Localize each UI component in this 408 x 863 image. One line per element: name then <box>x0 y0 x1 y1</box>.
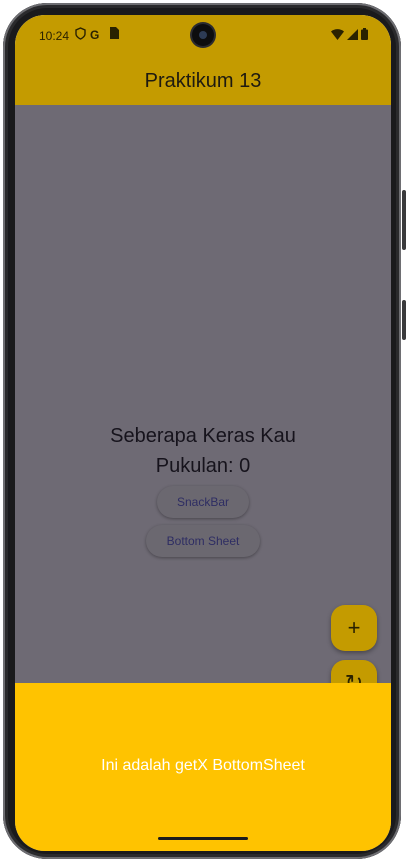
shield-icon <box>75 27 86 43</box>
status-time: 10:24 <box>39 29 70 43</box>
bottom-sheet-text: Ini adalah getX BottomSheet <box>101 757 305 774</box>
bottom-sheet-button[interactable]: Bottom Sheet <box>146 525 260 557</box>
status-bar: 10:24 G <box>15 15 391 57</box>
power-button <box>402 190 406 250</box>
counter-heading: Seberapa Keras Kau <box>110 425 296 447</box>
bottom-sheet[interactable]: Ini adalah getX BottomSheet <box>15 683 391 851</box>
gesture-nav-handle[interactable] <box>158 837 248 840</box>
volume-button <box>402 300 406 340</box>
app-title: Praktikum 13 <box>144 69 262 92</box>
app-bar: Praktikum 13 <box>15 57 391 105</box>
signal-icon <box>347 29 358 43</box>
battery-icon <box>361 28 368 43</box>
add-fab[interactable]: + <box>331 605 377 651</box>
plus-icon: + <box>347 615 361 640</box>
front-camera <box>192 24 214 46</box>
sim-card-icon <box>110 27 119 42</box>
google-g-icon: G <box>90 28 100 42</box>
counter-value: Pukulan: 0 <box>155 455 251 477</box>
device-screen: 10:24 G Praktikum 13 Seberapa Keras Kau … <box>15 15 391 851</box>
wifi-icon <box>331 29 344 43</box>
snackbar-button[interactable]: SnackBar <box>157 486 249 518</box>
